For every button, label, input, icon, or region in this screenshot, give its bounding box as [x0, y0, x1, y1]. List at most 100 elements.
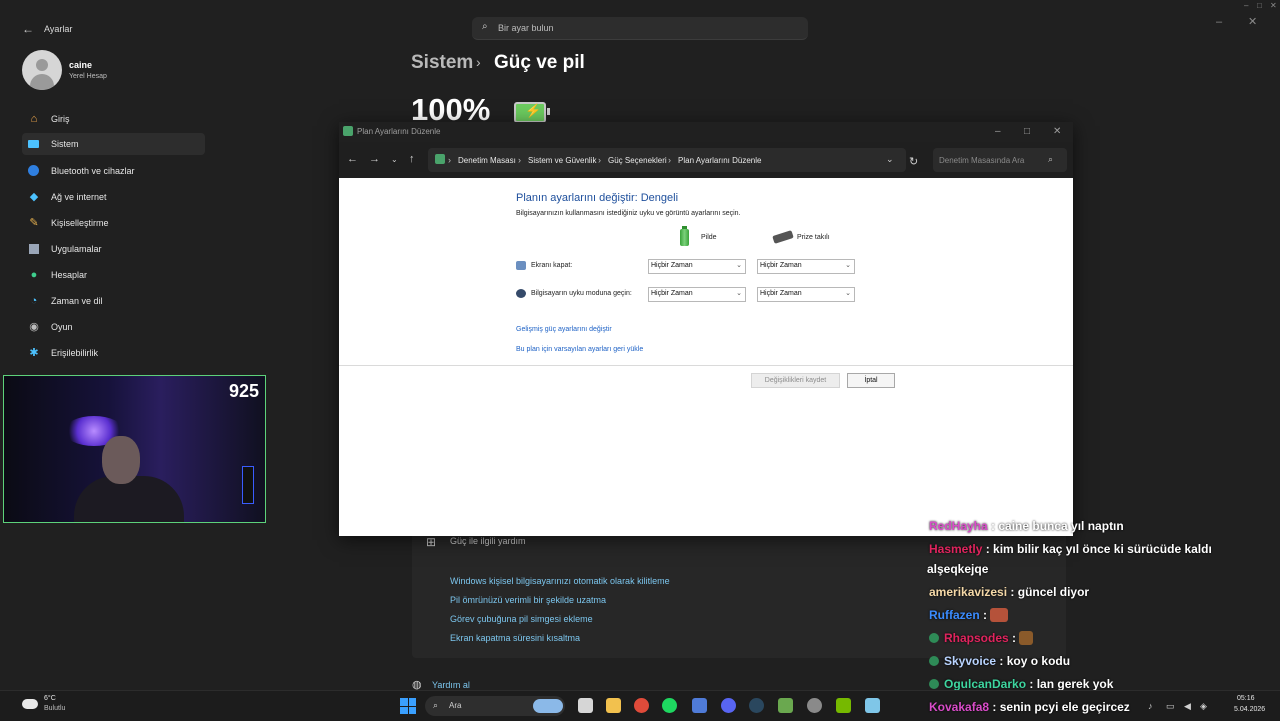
get-help-link[interactable]: Yardım al: [432, 680, 470, 690]
windows-start-icon[interactable]: [400, 698, 416, 714]
cloud-icon[interactable]: [22, 699, 38, 709]
discord-icon[interactable]: [721, 698, 736, 713]
microphone: [242, 466, 254, 504]
minecraft-icon[interactable]: [778, 698, 793, 713]
image-app-icon[interactable]: [865, 698, 880, 713]
close-icon[interactable]: ✕: [1248, 15, 1257, 28]
search-placeholder: Bir ayar bulun: [498, 23, 554, 33]
search-placeholder: Denetim Masasında Ara: [939, 156, 1025, 165]
close-icon[interactable]: ✕: [1053, 126, 1061, 137]
taskbar-search-input[interactable]: ⌕ Ara: [425, 696, 565, 716]
save-changes-button[interactable]: Değişiklikleri kaydet: [751, 373, 840, 388]
person-icon: ●: [30, 269, 38, 281]
bluetooth-icon: [28, 165, 40, 177]
maximize-icon[interactable]: □: [1024, 126, 1030, 137]
up-arrow-icon[interactable]: ↑: [409, 153, 415, 165]
volume-icon[interactable]: ◀: [1184, 701, 1191, 712]
edit-plan-dialog: Plan Ayarlarını Düzenle – □ ✕ ← → ⌄ ↑ › …: [339, 122, 1073, 536]
chat-text: : güncel diyor: [1010, 585, 1090, 599]
gamepad-icon: ◉: [29, 321, 39, 333]
advanced-power-settings-link[interactable]: Gelişmiş güç ayarlarını değiştir: [516, 326, 612, 333]
help-globe-icon: ⊞: [426, 535, 437, 549]
chevron-down-icon[interactable]: ⌄: [886, 154, 894, 165]
minimize-icon[interactable]: –: [1216, 16, 1222, 28]
nvidia-icon[interactable]: [836, 698, 851, 713]
address-bar[interactable]: › Denetim Masası › Sistem ve Güvenlik › …: [428, 148, 906, 172]
help-link[interactable]: Pil ömrünüzü verimli bir şekilde uzatma: [450, 595, 606, 605]
address-segment[interactable]: Plan Ayarlarını Düzenle: [678, 156, 761, 165]
weather-description[interactable]: Bulutlu: [44, 705, 65, 712]
sidebar-item-gaming[interactable]: ◉ Oyun: [22, 316, 205, 338]
chrome-icon[interactable]: [634, 698, 649, 713]
gear-icon[interactable]: [807, 698, 822, 713]
chat-message: Hasmetly : kim bilir kaç yıl önce ki sür…: [929, 542, 1212, 556]
chat-message: RedHayha : caine bunca yıl naptın: [929, 519, 1124, 533]
clock-date[interactable]: 5.04.2026: [1234, 706, 1265, 713]
spotify-icon[interactable]: [662, 698, 677, 713]
sidebar-item-bluetooth[interactable]: Bluetooth ve cihazlar: [22, 160, 205, 182]
select-value: Hiçbir Zaman: [760, 262, 802, 269]
chevron-down-icon: ⌄: [845, 290, 851, 297]
sidebar-item-home[interactable]: ⌂ Giriş: [22, 108, 205, 130]
plugged-in-label: Prize takılı: [797, 234, 830, 241]
display-off-battery-select[interactable]: Hiçbir Zaman ⌄: [648, 259, 746, 274]
steam-icon[interactable]: [749, 698, 764, 713]
address-segment[interactable]: Denetim Masası: [458, 156, 516, 165]
app-icon[interactable]: [692, 698, 707, 713]
minimize-icon[interactable]: –: [995, 126, 1001, 137]
mic-icon[interactable]: ♪: [1148, 701, 1153, 711]
streamer-body: [74, 476, 184, 522]
select-value: Hiçbir Zaman: [651, 290, 693, 297]
address-segment[interactable]: Sistem ve Güvenlik: [528, 156, 596, 165]
avatar[interactable]: [22, 50, 62, 90]
forward-arrow-icon[interactable]: →: [369, 153, 380, 165]
chat-message: Ruffazen :: [929, 608, 1009, 622]
chat-username: amerikavizesi: [929, 585, 1008, 599]
sidebar-item-label: Oyun: [51, 322, 73, 332]
back-arrow-icon[interactable]: ←: [22, 22, 34, 36]
sleep-battery-select[interactable]: Hiçbir Zaman ⌄: [648, 287, 746, 302]
sidebar-item-time-language[interactable]: ◔ Zaman ve dil: [22, 290, 205, 312]
help-title[interactable]: Güç ile ilgili yardım: [450, 536, 526, 546]
chevron-down-icon[interactable]: ⌄: [391, 155, 398, 164]
divider: [339, 365, 1073, 366]
back-arrow-icon[interactable]: ←: [347, 153, 358, 165]
display-off-plugged-select[interactable]: Hiçbir Zaman ⌄: [757, 259, 855, 274]
cancel-button[interactable]: İptal: [847, 373, 895, 388]
chevron-down-icon: ⌄: [845, 262, 851, 269]
sidebar-item-accounts[interactable]: ● Hesaplar: [22, 264, 205, 286]
breadcrumb-parent[interactable]: Sistem: [411, 52, 473, 74]
chat-message-continuation: alşeqkejqe: [927, 562, 989, 576]
help-link[interactable]: Windows kişisel bilgisayarınızı otomatik…: [450, 576, 670, 586]
outer-minimize-icon[interactable]: –: [1244, 1, 1248, 10]
turn-off-display-label: Ekranı kapat:: [531, 262, 573, 269]
sidebar-item-apps[interactable]: Uygulamalar: [22, 238, 205, 260]
search-highlight-image: [533, 699, 563, 713]
clock-time[interactable]: 05:16: [1237, 695, 1255, 702]
sidebar-item-label: Hesaplar: [51, 270, 88, 280]
outer-close-icon[interactable]: ✕: [1270, 1, 1277, 10]
outer-maximize-icon[interactable]: □: [1257, 1, 1262, 10]
settings-search-input[interactable]: ⌕ Bir ayar bulun: [472, 17, 808, 40]
restore-defaults-link[interactable]: Bu plan için varsayılan ayarları geri yü…: [516, 346, 643, 353]
address-segment[interactable]: Güç Seçenekleri: [608, 156, 667, 165]
task-view-icon[interactable]: [578, 698, 593, 713]
sidebar-item-system[interactable]: Sistem: [22, 133, 205, 155]
breadcrumb-separator: ›: [476, 54, 481, 70]
network-icon[interactable]: ◈: [1200, 701, 1207, 712]
refresh-icon[interactable]: ↻: [909, 155, 918, 168]
help-link[interactable]: Ekran kapatma süresini kısaltma: [450, 633, 580, 643]
control-panel-search-input[interactable]: Denetim Masasında Ara ⌕: [933, 148, 1067, 172]
weather-temperature[interactable]: 6°C: [44, 695, 56, 702]
display-icon[interactable]: ▭: [1166, 701, 1175, 712]
sidebar-item-network[interactable]: ◆ Ağ ve internet: [22, 186, 205, 208]
sidebar-item-accessibility[interactable]: ✱ Erişilebilirlik: [22, 342, 205, 364]
sidebar-item-personalization[interactable]: ✎ Kişiselleştirme: [22, 212, 205, 234]
file-explorer-icon[interactable]: [606, 698, 621, 713]
chat-username: Ruffazen: [929, 608, 980, 622]
chat-emote: [990, 608, 1009, 622]
sleep-plugged-select[interactable]: Hiçbir Zaman ⌄: [757, 287, 855, 302]
chat-text: : kim bilir kaç yıl önce ki sürücüde kal…: [985, 542, 1212, 556]
help-link[interactable]: Görev çubuğuna pil simgesi ekleme: [450, 614, 593, 624]
chat-badge-icon: [929, 679, 939, 689]
